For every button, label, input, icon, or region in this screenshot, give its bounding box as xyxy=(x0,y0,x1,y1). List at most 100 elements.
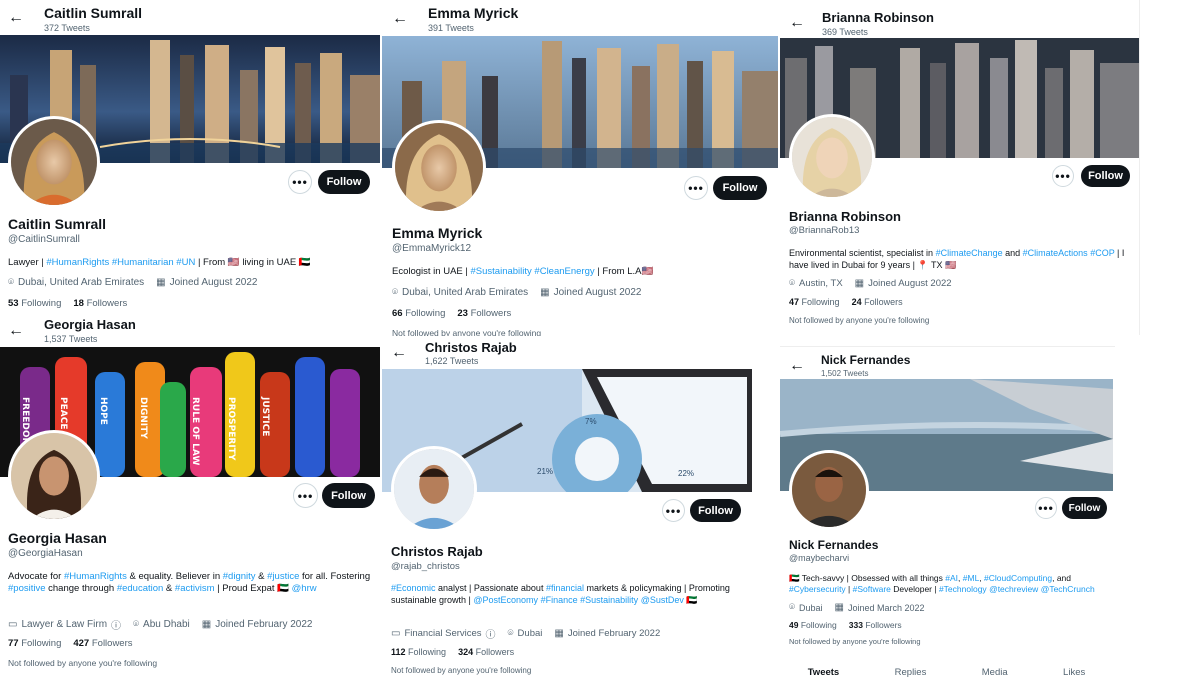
location-pin-icon: ⌾ xyxy=(789,602,795,613)
hashtag-link[interactable]: #activism xyxy=(175,583,215,594)
avatar[interactable] xyxy=(391,446,477,532)
avatar[interactable] xyxy=(8,116,100,208)
more-options-button[interactable]: ••• xyxy=(662,499,685,522)
location: Austin, TX xyxy=(799,278,843,289)
hashtag-link[interactable]: #financial xyxy=(546,583,584,593)
followers-link[interactable]: 24 Followers xyxy=(852,297,903,307)
hashtag-link[interactable]: #Technology xyxy=(939,584,987,594)
bio: Environmental scientist, specialist in #… xyxy=(789,248,1125,270)
hashtag-link[interactable]: #AI xyxy=(945,573,958,583)
handle: @EmmaMyrick12 xyxy=(392,243,472,254)
following-link[interactable]: 112 Following xyxy=(391,647,446,657)
hashtag-link[interactable]: #Software xyxy=(853,584,891,594)
info-icon[interactable]: ⓘ xyxy=(111,617,121,632)
location-pin-icon: ⌾ xyxy=(507,628,514,639)
tab-media[interactable]: Media xyxy=(982,667,1008,678)
calendar-icon: ▦ xyxy=(854,278,865,289)
profile-meta: ⌾ Dubai, United Arab Emirates ▦ Joined Aug… xyxy=(392,287,641,298)
back-arrow-icon[interactable]: ← xyxy=(391,345,407,361)
mention-link[interactable]: @hrw xyxy=(292,583,317,594)
banner-word: PROSPERITY xyxy=(226,397,236,461)
mention-link[interactable]: @SustDev xyxy=(641,595,684,605)
follow-button[interactable]: Follow xyxy=(713,176,767,200)
more-options-button[interactable]: ••• xyxy=(293,483,318,508)
hashtag-link[interactable]: #Sustainability xyxy=(471,266,532,277)
hashtag-link[interactable]: #CleanEnergy xyxy=(534,266,594,277)
location: Abu Dhabi xyxy=(143,619,190,630)
location: Dubai xyxy=(517,628,543,639)
more-options-button[interactable]: ••• xyxy=(1035,497,1057,519)
followers-link[interactable]: 324 Followers xyxy=(458,647,514,657)
mention-link[interactable]: @techreview xyxy=(989,584,1038,594)
mention-link[interactable]: @TechCrunch xyxy=(1041,584,1095,594)
not-followed-note: Not followed by anyone you're following xyxy=(8,658,158,668)
following-link[interactable]: 49 Following xyxy=(789,620,837,630)
follow-button[interactable]: Follow xyxy=(1062,497,1107,519)
hashtag-link[interactable]: #Sustainability xyxy=(580,595,638,605)
followers-link[interactable]: 23 Followers xyxy=(457,308,511,319)
following-link[interactable]: 47 Following xyxy=(789,297,840,307)
follow-stats: 66 Following 23 Followers xyxy=(392,308,511,319)
back-arrow-icon[interactable]: ← xyxy=(8,323,24,339)
back-arrow-icon[interactable]: ← xyxy=(8,10,24,26)
calendar-icon: ▦ xyxy=(156,277,166,288)
hashtag-link[interactable]: #dignity xyxy=(223,571,256,582)
profile-panel-emma: ← Emma Myrick 391 Tweets ••• Follow Emma… xyxy=(382,0,778,342)
following-link[interactable]: 77 Following xyxy=(8,638,61,649)
calendar-icon: ▦ xyxy=(540,287,550,298)
bio: 🇦🇪 Tech-savvy | Obsessed with all things… xyxy=(789,573,1095,594)
back-arrow-icon[interactable]: ← xyxy=(789,358,805,374)
hashtag-link[interactable]: #HumanRights xyxy=(46,257,109,268)
avatar[interactable] xyxy=(392,120,486,214)
tab-likes[interactable]: Likes xyxy=(1063,667,1085,678)
followers-link[interactable]: 427 Followers xyxy=(73,638,132,649)
hashtag-link[interactable]: #Economic xyxy=(391,583,436,593)
hashtag-link[interactable]: #ML xyxy=(963,573,980,583)
hashtag-link[interactable]: #justice xyxy=(267,571,299,582)
tab-replies[interactable]: Replies xyxy=(895,667,927,678)
banner-word: PEACE xyxy=(58,397,68,430)
profile-meta: ▭ Lawyer & Law Firm ⓘ ⌾ Abu Dhabi ▦ Joined F… xyxy=(8,617,312,632)
follow-button[interactable]: Follow xyxy=(322,483,375,508)
location-pin-icon: ⌾ xyxy=(392,287,398,298)
more-options-button[interactable]: ••• xyxy=(684,176,708,200)
hashtag-link[interactable]: #Cybersecurity xyxy=(789,584,846,594)
mention-link[interactable]: @PostEconomy xyxy=(473,595,538,605)
hashtag-link[interactable]: #ClimateChange xyxy=(936,248,1003,258)
header-tweet-count: 391 Tweets xyxy=(428,23,474,33)
back-arrow-icon[interactable]: ← xyxy=(789,15,805,31)
hashtag-link[interactable]: #Finance xyxy=(541,595,578,605)
info-icon[interactable]: ⓘ xyxy=(486,626,496,641)
hashtag-link[interactable]: #ClimateActions xyxy=(1023,248,1088,258)
follow-button[interactable]: Follow xyxy=(318,170,370,194)
header-tweet-count: 1,502 Tweets xyxy=(821,369,869,378)
joined-date: Joined August 2022 xyxy=(169,277,258,288)
hashtag-link[interactable]: #CloudComputing xyxy=(984,573,1052,583)
following-link[interactable]: 53 Following xyxy=(8,298,61,309)
back-arrow-icon[interactable]: ← xyxy=(392,11,408,27)
hashtag-link[interactable]: #positive xyxy=(8,583,46,594)
hashtag-link[interactable]: #COP xyxy=(1090,248,1114,258)
header-name: Christos Rajab xyxy=(425,340,517,355)
bio: Ecologist in UAE | #Sustainability #Clea… xyxy=(392,266,654,277)
hashtag-link[interactable]: #HumanRights xyxy=(64,571,127,582)
following-link[interactable]: 66 Following xyxy=(392,308,445,319)
banner-label: 7% xyxy=(585,417,597,426)
header-name: Brianna Robinson xyxy=(822,10,934,25)
followers-link[interactable]: 333 Followers xyxy=(849,620,902,630)
more-options-button[interactable]: ••• xyxy=(288,170,312,194)
hashtag-link[interactable]: #Humanitarian xyxy=(112,257,174,268)
hashtag-link[interactable]: #UN xyxy=(176,257,195,268)
avatar[interactable] xyxy=(789,450,869,530)
joined-date: Joined August 2022 xyxy=(553,287,642,298)
banner-label: 22% xyxy=(678,469,695,478)
hashtag-link[interactable]: #education xyxy=(117,583,163,594)
follow-button[interactable]: Follow xyxy=(690,499,741,522)
follow-button[interactable]: Follow xyxy=(1081,165,1130,187)
avatar[interactable] xyxy=(8,430,100,522)
more-options-button[interactable]: ••• xyxy=(1052,165,1074,187)
category: Lawyer & Law Firm xyxy=(21,619,108,630)
followers-link[interactable]: 18 Followers xyxy=(73,298,127,309)
tab-tweets[interactable]: Tweets xyxy=(808,667,840,678)
avatar[interactable] xyxy=(789,114,875,200)
